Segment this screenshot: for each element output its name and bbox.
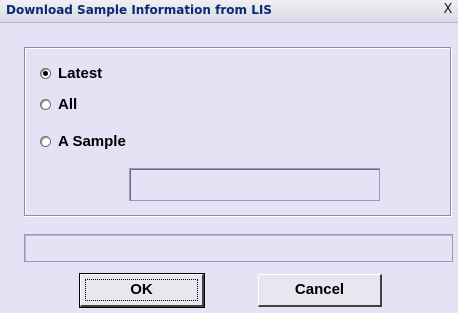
close-icon[interactable]: X xyxy=(440,2,456,18)
radio-label-all: All xyxy=(58,95,78,113)
radio-button-icon[interactable] xyxy=(40,135,51,147)
ok-button-label: OK xyxy=(130,281,153,298)
sample-id-input[interactable] xyxy=(129,168,380,201)
status-bar xyxy=(24,234,453,262)
cancel-button-label: Cancel xyxy=(294,281,345,298)
radio-button-icon[interactable] xyxy=(40,98,51,110)
ok-button[interactable]: OK xyxy=(79,273,205,308)
radio-label-latest: Latest xyxy=(58,64,103,82)
title-bar: Download Sample Information from LIS X xyxy=(0,0,458,23)
download-sample-dialog: Download Sample Information from LIS X L… xyxy=(0,0,458,313)
radio-option-all[interactable]: All xyxy=(40,94,77,114)
radio-button-icon[interactable] xyxy=(40,67,51,79)
radio-label-a-sample: A Sample xyxy=(58,132,126,150)
dialog-title: Download Sample Information from LIS xyxy=(6,3,272,17)
radio-option-a-sample[interactable]: A Sample xyxy=(40,131,126,151)
cancel-button[interactable]: Cancel xyxy=(258,274,382,307)
radio-option-latest[interactable]: Latest xyxy=(40,63,102,83)
